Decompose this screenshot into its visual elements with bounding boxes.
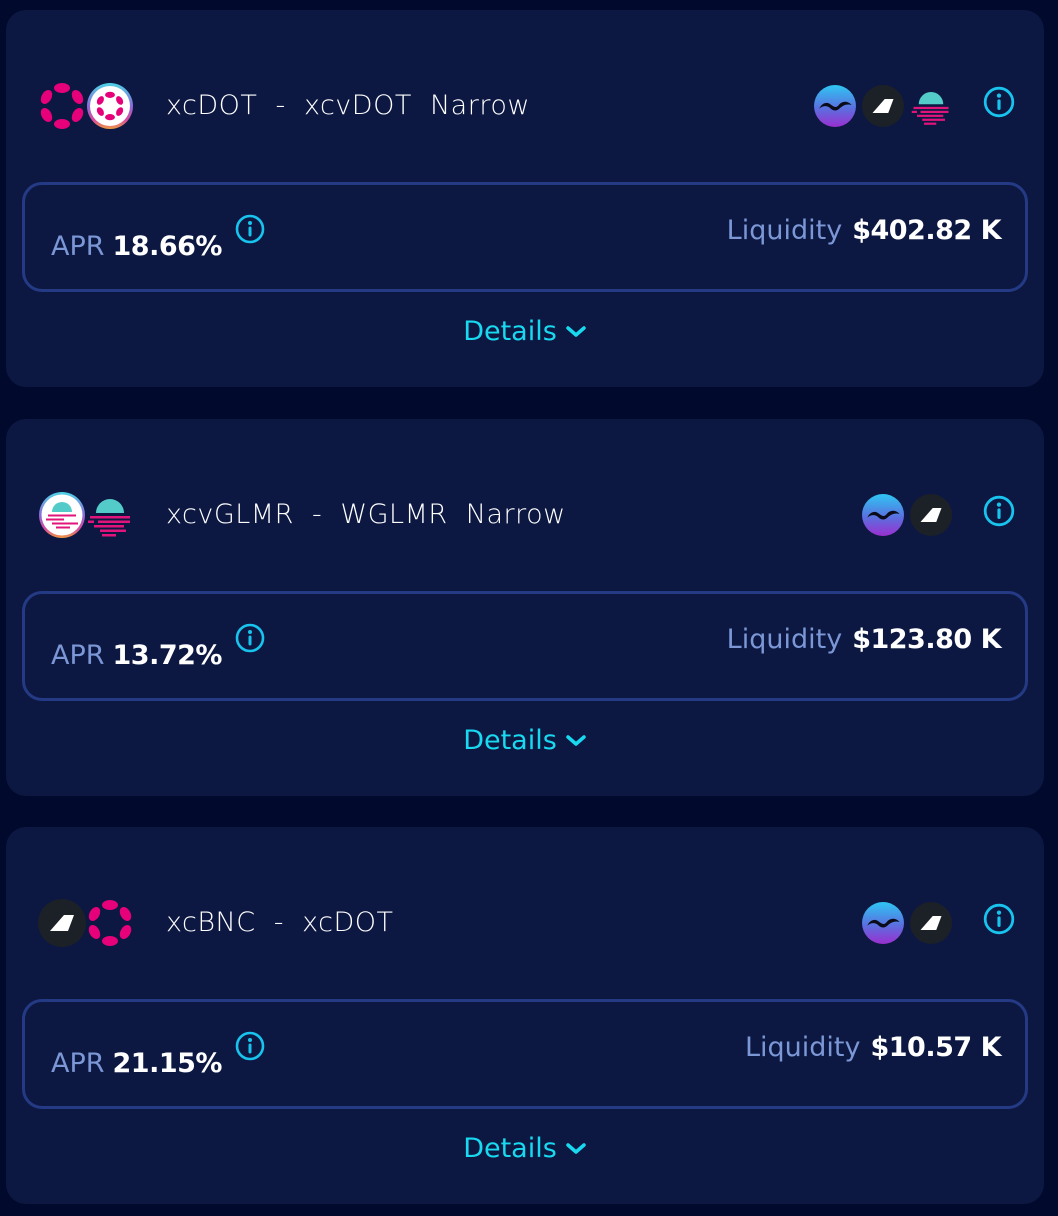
apr-stat: APR 21.15% — [51, 1040, 266, 1079]
chevron-down-icon — [566, 325, 586, 337]
farm-list: xcDOT - xcvDOT Narrow APR 18.66% Liquidi… — [0, 0, 1058, 1216]
stats-box: APR 21.15% Liquidity $10.57 K — [22, 999, 1028, 1109]
protocol-list — [814, 84, 1016, 128]
apr-label: APR — [51, 1048, 105, 1079]
token-pair — [38, 489, 138, 541]
info-icon[interactable] — [982, 902, 1016, 936]
info-icon[interactable] — [982, 494, 1016, 528]
details-toggle[interactable]: Details — [6, 725, 1044, 756]
details-label: Details — [463, 1133, 557, 1164]
farm-card-header: xcvGLMR - WGLMR Narrow — [6, 485, 1044, 541]
liquidity-value: $402.82 K — [852, 215, 1001, 246]
polkadot-dot-icon — [38, 82, 86, 130]
seagull-icon — [862, 902, 904, 944]
liquidity-stat: Liquidity $10.57 K — [744, 1032, 1002, 1063]
apr-label: APR — [51, 231, 105, 262]
chevron-down-icon — [566, 734, 586, 746]
apr-info-icon[interactable] — [234, 1030, 266, 1062]
vglmr-icon — [38, 491, 86, 539]
liquidity-label: Liquidity — [744, 1032, 861, 1063]
bifrost-bnc-icon — [38, 899, 86, 947]
info-icon[interactable] — [982, 85, 1016, 119]
seagull-icon — [862, 494, 904, 536]
details-label: Details — [463, 316, 557, 347]
stats-box: APR 13.72% Liquidity $123.80 K — [22, 591, 1028, 701]
farm-card-header: xcDOT - xcvDOT Narrow — [6, 76, 1044, 132]
polkadot-dot-icon — [86, 899, 134, 947]
bifrost-icon — [910, 494, 952, 536]
pair-name: xcDOT - xcvDOT Narrow — [166, 90, 530, 121]
apr-info-icon[interactable] — [234, 622, 266, 654]
bifrost-icon — [910, 902, 952, 944]
liquidity-label: Liquidity — [726, 215, 843, 246]
farm-card: xcDOT - xcvDOT Narrow APR 18.66% Liquidi… — [6, 10, 1044, 387]
apr-value: 13.72% — [112, 640, 223, 671]
farm-card-header: xcBNC - xcDOT — [6, 893, 1044, 949]
bifrost-icon — [862, 85, 904, 127]
liquidity-value: $10.57 K — [870, 1032, 1001, 1063]
seagull-icon — [814, 85, 856, 127]
protocol-list — [862, 901, 1016, 945]
apr-info-icon[interactable] — [234, 213, 266, 245]
vdot-icon — [86, 82, 134, 130]
liquidity-label: Liquidity — [726, 624, 843, 655]
details-toggle[interactable]: Details — [6, 316, 1044, 347]
protocol-list — [862, 493, 1016, 537]
apr-value: 21.15% — [112, 1048, 223, 1079]
liquidity-stat: Liquidity $123.80 K — [726, 624, 1002, 655]
apr-value: 18.66% — [112, 231, 223, 262]
details-toggle[interactable]: Details — [6, 1133, 1044, 1164]
apr-stat: APR 13.72% — [51, 632, 266, 671]
stats-box: APR 18.66% Liquidity $402.82 K — [22, 182, 1028, 292]
liquidity-value: $123.80 K — [852, 624, 1001, 655]
moonbeam-glmr-icon — [86, 491, 134, 539]
apr-label: APR — [51, 640, 105, 671]
token-pair — [38, 80, 138, 132]
pair-name: xcBNC - xcDOT — [166, 907, 394, 938]
chevron-down-icon — [566, 1142, 586, 1154]
token-pair — [38, 897, 138, 949]
liquidity-stat: Liquidity $402.82 K — [726, 215, 1002, 246]
farm-card: xcvGLMR - WGLMR Narrow APR 13.72% Liquid… — [6, 419, 1044, 796]
pair-name: xcvGLMR - WGLMR Narrow — [166, 499, 566, 530]
details-label: Details — [463, 725, 557, 756]
moonbeam-icon — [910, 85, 952, 127]
farm-card: xcBNC - xcDOT APR 21.15% Liquidity $10.5… — [6, 827, 1044, 1204]
apr-stat: APR 18.66% — [51, 223, 266, 262]
